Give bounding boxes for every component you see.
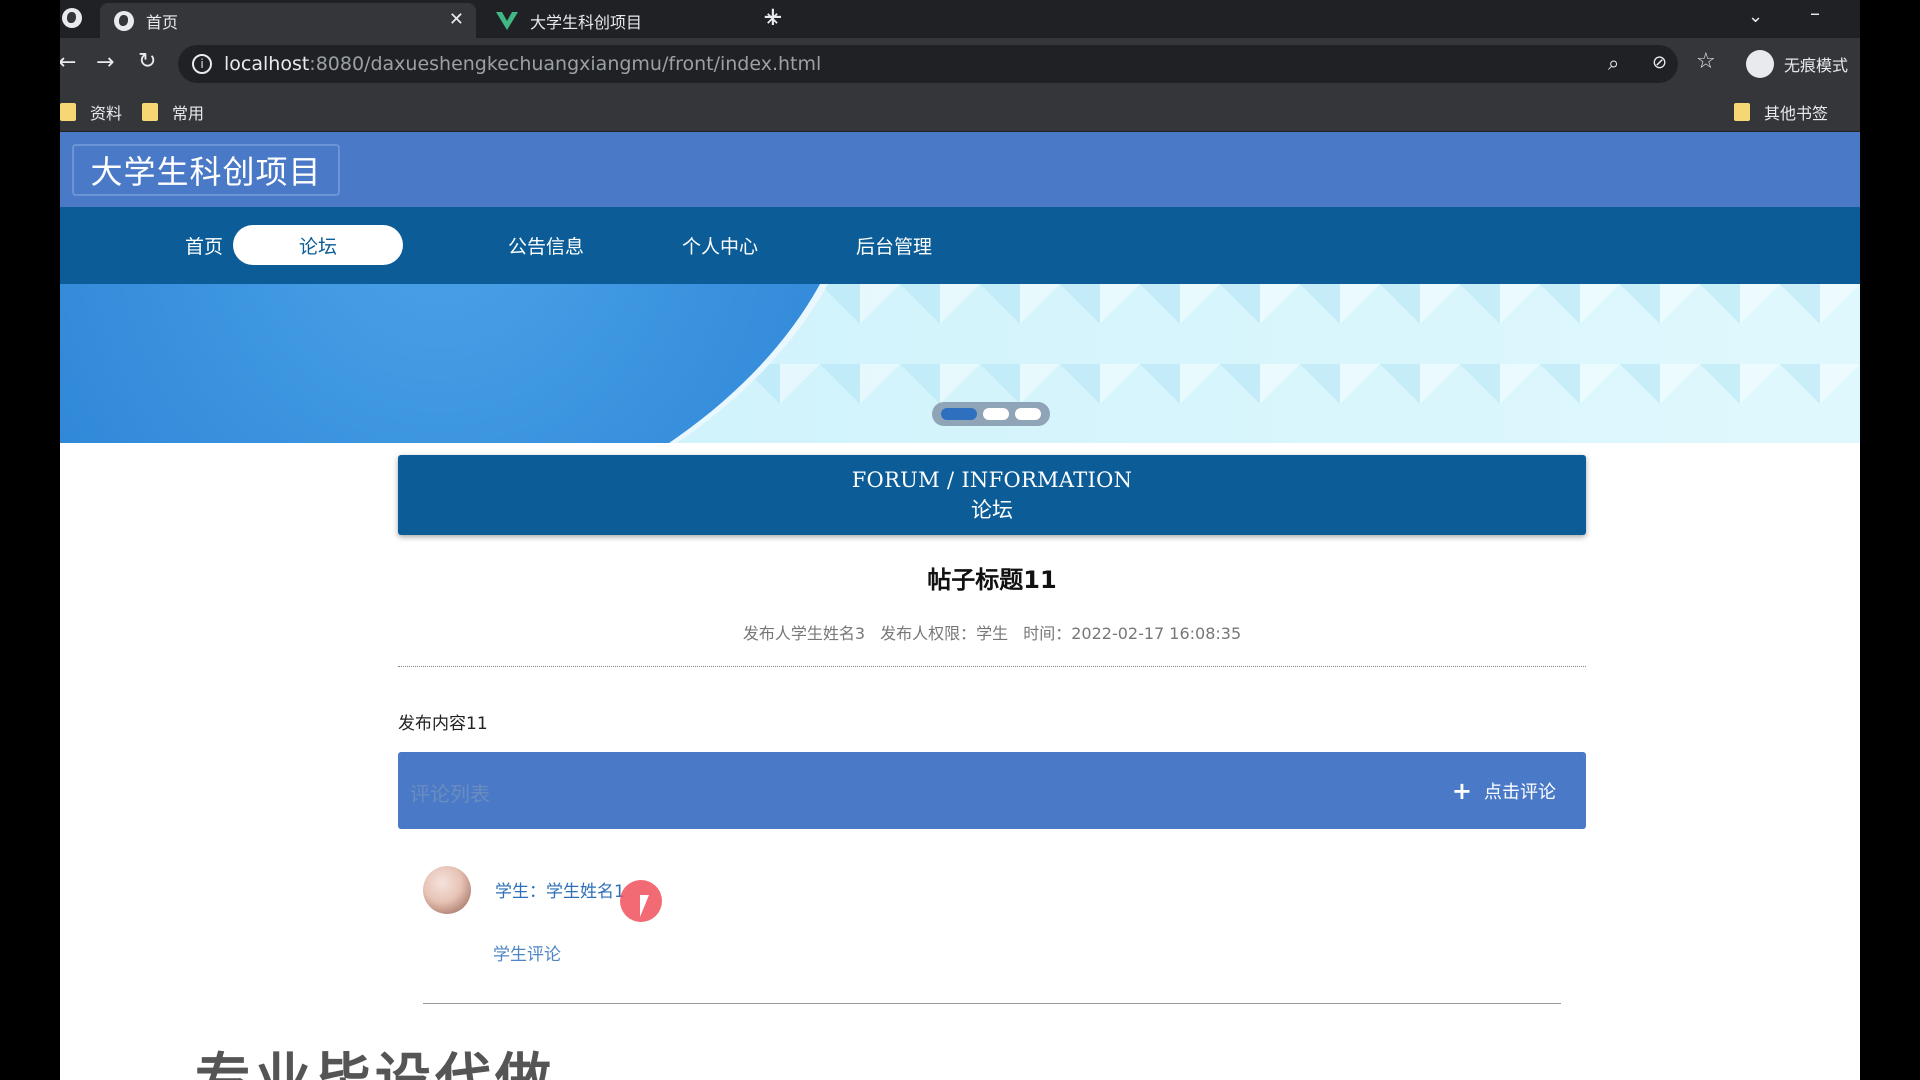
folder-icon	[60, 103, 76, 121]
bookmark-label: 资料	[90, 104, 123, 123]
main-nav: 首页 论坛 公告信息 个人中心 后台管理	[60, 207, 1860, 284]
section-title-en: FORUM / INFORMATION	[851, 468, 1133, 492]
bookmark-folder[interactable]: 常用	[142, 100, 204, 124]
browser-window: 首页 ✕ 大学生科创项目 ✕ + ⌄ – ← → ↻ i localhost:8…	[60, 0, 1860, 1080]
section-title-cn: 论坛	[971, 498, 1013, 522]
folder-icon	[142, 103, 158, 121]
url-host: localhost	[224, 53, 310, 75]
post-content: 发布内容11	[398, 714, 488, 734]
minimize-icon[interactable]: –	[1810, 2, 1820, 24]
watermark-text: 专业毕设代做	[195, 1035, 555, 1080]
post-role: 发布人权限：学生	[880, 624, 1009, 643]
post-time: 时间：2022-02-17 16:08:35	[1023, 624, 1242, 643]
tab-project[interactable]: 大学生科创项目 ✕	[476, 3, 792, 38]
add-comment-button[interactable]: + 点击评论	[1452, 777, 1556, 805]
carousel-dot[interactable]	[983, 408, 1009, 420]
reload-icon[interactable]: ↻	[138, 51, 156, 73]
bookmark-folder[interactable]: 资料	[60, 100, 122, 124]
comment-list-header: 评论列表 + 点击评论	[398, 752, 1586, 829]
avatar	[423, 866, 471, 914]
folder-icon	[1734, 103, 1750, 121]
post-title: 帖子标题11	[927, 566, 1057, 594]
url-text: localhost:8080/daxueshengkechuangxiangmu…	[224, 53, 821, 75]
close-icon[interactable]: ✕	[449, 9, 464, 30]
tab-strip: 首页 ✕ 大学生科创项目 ✕ + ⌄ –	[60, 0, 1860, 38]
screen: 首页 ✕ 大学生科创项目 ✕ + ⌄ – ← → ↻ i localhost:8…	[0, 0, 1920, 1080]
browser-toolbar: ← → ↻ i localhost:8080/daxueshengkechuan…	[60, 38, 1860, 90]
incognito-icon	[1746, 50, 1774, 78]
banner-carousel[interactable]	[60, 284, 1860, 443]
site-info-icon[interactable]: i	[192, 54, 212, 74]
post-author: 发布人学生姓名3	[742, 624, 866, 643]
url-path: :8080/daxueshengkechuangxiangmu/front/in…	[309, 53, 822, 75]
nav-item-profile[interactable]: 个人中心	[635, 225, 805, 265]
other-bookmarks[interactable]: 其他书签	[1734, 100, 1828, 124]
plus-icon: +	[1451, 777, 1472, 805]
divider	[398, 666, 1586, 667]
forward-icon[interactable]: →	[96, 52, 114, 74]
tab-home[interactable]: 首页 ✕	[100, 3, 476, 38]
bookmark-label: 其他书签	[1764, 104, 1829, 123]
tab-title: 大学生科创项目	[530, 12, 643, 32]
new-tab-icon[interactable]: +	[762, 4, 784, 30]
bookmark-label: 常用	[172, 104, 205, 123]
vue-icon	[496, 11, 518, 30]
incognito-badge[interactable]: 无痕模式	[1746, 50, 1848, 78]
site-logo[interactable]: 大学生科创项目	[72, 144, 340, 196]
add-comment-label: 点击评论	[1484, 782, 1556, 803]
post-meta: 发布人学生姓名3 发布人权限：学生 时间：2022-02-17 16:08:35	[398, 620, 1586, 644]
back-icon[interactable]: ←	[60, 52, 76, 74]
carousel-dot[interactable]	[1015, 408, 1041, 420]
comment-author: 学生：学生姓名1	[495, 882, 625, 902]
address-bar[interactable]: i localhost:8080/daxueshengkechuangxiang…	[178, 45, 1678, 83]
comment-list-title: 评论列表	[410, 782, 490, 806]
nav-item-notice[interactable]: 公告信息	[461, 225, 631, 265]
chrome-globe-icon[interactable]	[62, 8, 82, 28]
comment-text: 学生评论	[493, 945, 561, 965]
carousel-indicators	[932, 402, 1050, 426]
tab-search-icon[interactable]: ⌄	[1748, 6, 1763, 28]
nav-item-admin[interactable]: 后台管理	[809, 225, 979, 265]
star-icon[interactable]: ☆	[1696, 51, 1716, 73]
zoom-icon[interactable]: ⌕	[1608, 52, 1619, 74]
comment-divider	[423, 1003, 1561, 1004]
bookmarks-bar: 资料 常用 其他书签	[60, 90, 1860, 132]
nav-item-forum[interactable]: 论坛	[233, 225, 403, 265]
globe-icon	[114, 10, 134, 31]
incognito-label: 无痕模式	[1784, 56, 1849, 75]
tab-title: 首页	[146, 12, 179, 32]
carousel-dot[interactable]	[941, 408, 977, 420]
site-header: 大学生科创项目	[60, 132, 1860, 207]
section-title-box: FORUM / INFORMATION 论坛	[398, 455, 1586, 535]
eye-off-icon[interactable]: ⊘	[1652, 52, 1667, 74]
mouse-cursor-icon	[640, 895, 649, 917]
